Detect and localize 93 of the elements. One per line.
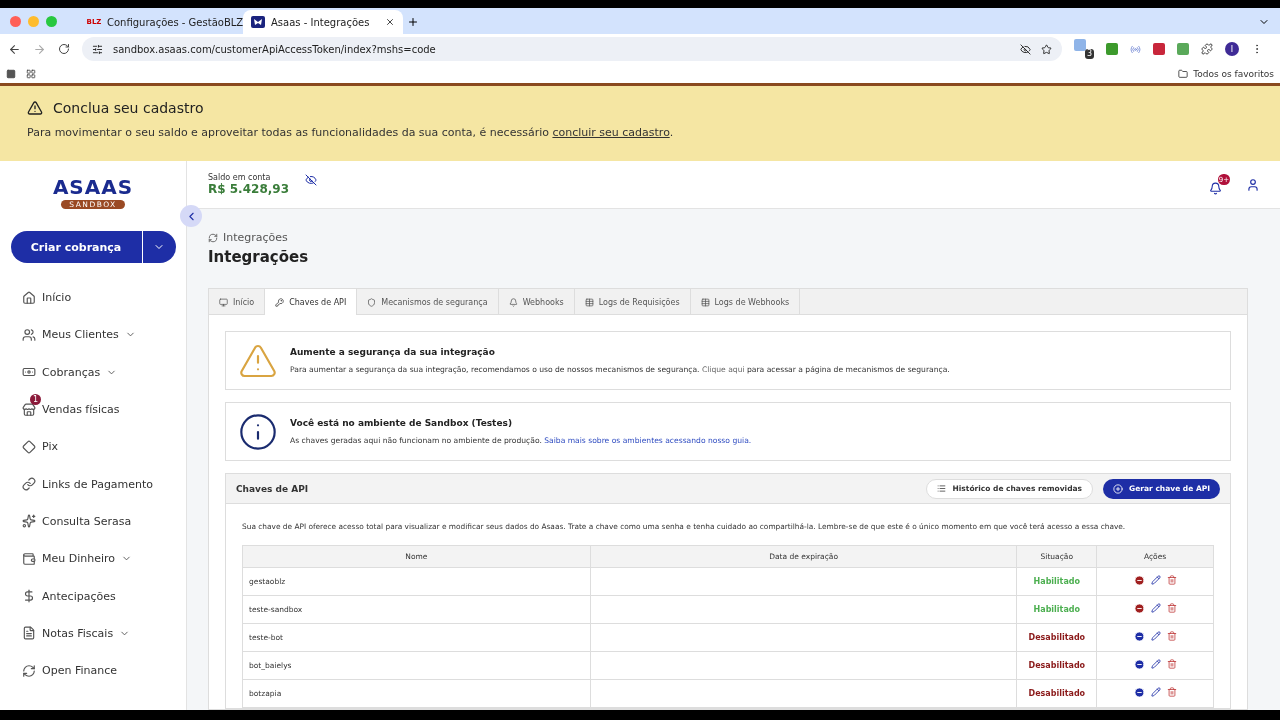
status-cell: Habilitado xyxy=(1016,595,1097,624)
nav-item[interactable]: Consulta Serasa xyxy=(42,514,132,528)
browser-tab[interactable]: Asaas - Integrações xyxy=(243,10,403,34)
enable-icon[interactable] xyxy=(1133,659,1145,670)
delete-icon[interactable] xyxy=(1166,603,1177,613)
create-charge-button[interactable]: Criar cobrança xyxy=(10,231,142,263)
status-cell: Desabilitado xyxy=(1016,651,1097,680)
refresh-icon xyxy=(208,232,218,243)
nav-icon xyxy=(22,477,36,492)
alert-title: Aumente a segurança da sua integração xyxy=(290,347,496,357)
nav-item[interactable]: Open Finance xyxy=(42,664,117,678)
list-icon xyxy=(937,484,947,493)
edit-icon[interactable] xyxy=(1150,575,1161,585)
site-settings-icon[interactable] xyxy=(92,43,103,55)
logo: ASAAS xyxy=(52,175,134,199)
profile-avatar[interactable]: I xyxy=(1225,42,1239,56)
nav-icon xyxy=(22,327,36,342)
tab-icon xyxy=(700,297,710,307)
extensions-icon[interactable] xyxy=(1201,43,1213,55)
edit-icon[interactable] xyxy=(1150,687,1161,697)
nav-item[interactable]: Links de Pagamento xyxy=(42,477,154,491)
info-icon xyxy=(238,411,278,452)
forward-icon[interactable] xyxy=(33,42,46,56)
status-cell: Desabilitado xyxy=(1016,623,1097,652)
delete-icon[interactable] xyxy=(1166,659,1177,669)
tab-icon xyxy=(508,297,518,307)
tab[interactable]: Mecanismos de segurança xyxy=(357,289,499,315)
status-cell: Habilitado xyxy=(1016,567,1097,596)
close-tab-icon[interactable] xyxy=(385,17,395,27)
status-cell: Desabilitado xyxy=(1016,679,1097,708)
nav-item[interactable]: Meu Dinheiro xyxy=(42,552,116,566)
notifications-icon[interactable] xyxy=(1209,182,1222,195)
butterfly-icon xyxy=(251,16,265,28)
enable-icon[interactable] xyxy=(1133,687,1145,698)
tab-icon xyxy=(584,297,594,307)
extension-icon[interactable] xyxy=(1153,43,1165,55)
tab[interactable]: Webhooks xyxy=(498,289,575,315)
alert-title: Você está no ambiente de Sandbox (Testes) xyxy=(290,418,513,428)
disable-icon[interactable] xyxy=(1133,575,1145,586)
tab-icon xyxy=(367,297,377,307)
nav-item[interactable]: Pix xyxy=(42,440,58,454)
edit-icon[interactable] xyxy=(1150,659,1161,669)
dropdown-button[interactable] xyxy=(142,231,176,263)
user-icon[interactable] xyxy=(1246,177,1260,192)
tab[interactable]: Chaves de API xyxy=(265,289,358,315)
bookmark-star-icon[interactable] xyxy=(1041,43,1052,55)
disable-icon[interactable] xyxy=(1133,603,1145,614)
banner-title: Conclua seu cadastro xyxy=(53,100,204,116)
edit-icon[interactable] xyxy=(1150,603,1161,613)
delete-icon[interactable] xyxy=(1166,631,1177,641)
eye-off-icon[interactable] xyxy=(1020,43,1031,55)
apps-grid-icon[interactable] xyxy=(26,68,36,79)
nav-icon xyxy=(22,589,36,603)
folder-icon[interactable] xyxy=(1178,68,1189,79)
reload-icon[interactable] xyxy=(58,43,70,55)
tab-icon xyxy=(275,297,285,307)
nav-icon xyxy=(22,551,36,566)
nav-badge: 1 xyxy=(30,393,41,405)
delete-icon[interactable] xyxy=(1166,687,1177,697)
section-title: Chaves de API xyxy=(236,483,310,494)
nav-icon xyxy=(22,290,36,305)
nav-icon xyxy=(22,663,36,678)
tab[interactable]: Logs de Webhooks xyxy=(690,289,801,315)
nav-icon xyxy=(22,626,36,641)
banner-text: Para movimentar o seu saldo e aproveitar todas as funcionalidades da sua conta, é necessário concluir seu cadastro. xyxy=(27,126,675,139)
nav-item[interactable]: Início xyxy=(42,291,72,305)
tab[interactable]: Logs de Requisições xyxy=(574,289,691,315)
nav-icon xyxy=(22,514,36,529)
warning-icon xyxy=(27,100,43,116)
nav-item[interactable]: Notas Fiscais xyxy=(42,626,114,640)
enable-icon[interactable] xyxy=(1133,631,1145,642)
extension-icon[interactable] xyxy=(1106,43,1118,55)
page-title: Integrações xyxy=(208,248,310,266)
balance-amount: R$ 5.428,93 xyxy=(208,182,289,196)
nav-item[interactable]: Antecipações xyxy=(42,589,116,603)
nav-item[interactable]: Meus Clientes xyxy=(42,328,119,342)
bookmarks-folder[interactable]: Todos os favoritos xyxy=(1193,68,1274,79)
nav-icon xyxy=(22,439,36,454)
delete-icon[interactable] xyxy=(1166,575,1177,585)
nav-item[interactable]: Cobranças xyxy=(42,365,101,379)
balance-label: Saldo em conta xyxy=(208,173,272,182)
back-icon[interactable] xyxy=(8,42,21,56)
square-icon[interactable] xyxy=(6,68,16,79)
nav-item[interactable]: Vendas físicas xyxy=(42,403,120,417)
address-bar[interactable]: sandbox.asaas.com/customerApiAccessToken/index?mshs=code xyxy=(82,37,1062,61)
breadcrumb[interactable]: Integrações xyxy=(223,231,288,244)
nav-icon xyxy=(22,402,36,417)
tab-icon xyxy=(219,297,228,307)
edit-icon[interactable] xyxy=(1150,631,1161,641)
complete-registration-link[interactable]: concluir seu cadastro xyxy=(552,126,670,139)
hide-balance-icon[interactable] xyxy=(305,173,317,186)
new-tab-icon[interactable] xyxy=(407,16,419,28)
close-window-icon[interactable] xyxy=(10,15,21,27)
